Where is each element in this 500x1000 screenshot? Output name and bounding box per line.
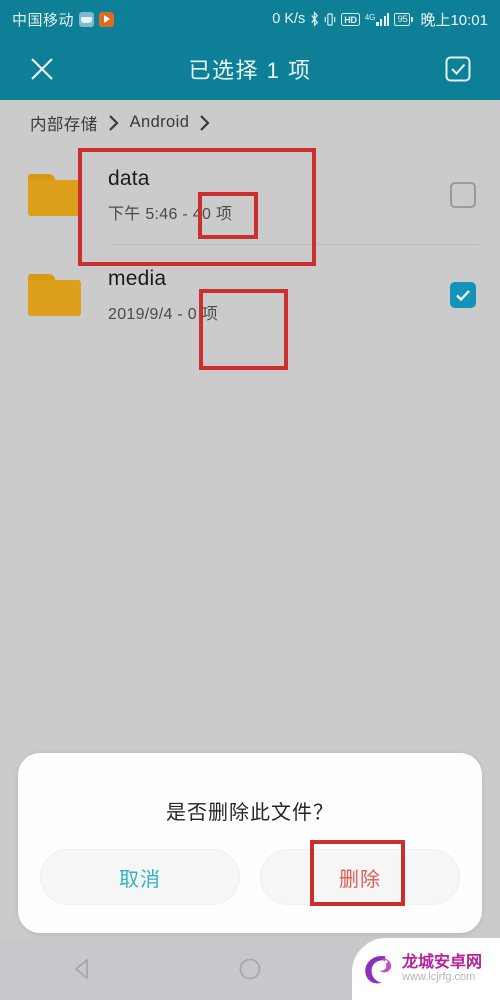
file-list: data 下午 5:46 - 40 项 media 2019/9/4 - 0 项 xyxy=(0,145,500,345)
battery-cap-icon xyxy=(411,16,414,22)
delete-confirm-dialog: 是否删除此文件？ 取消 删除 xyxy=(18,753,482,933)
network-type-label: 4G xyxy=(364,12,376,22)
file-meta-label: 2019/9/4 - 0 项 xyxy=(108,305,219,323)
file-name-label: media xyxy=(108,266,167,290)
row-checkbox-unchecked[interactable] xyxy=(450,182,476,208)
breadcrumb: 内部存储 Android xyxy=(0,100,500,145)
battery-level-label: 95 xyxy=(394,12,411,26)
status-bar: 中国移动 0 K/s HD 4G 95 晚上10:01 xyxy=(0,0,500,38)
status-bar-right: 0 K/s HD 4G 95 晚上10:01 xyxy=(272,9,488,30)
phone-screen: 中国移动 0 K/s HD 4G 95 晚上10:01 已选择 1 项 内部存储… xyxy=(0,0,500,1000)
file-name-label: data xyxy=(108,166,150,190)
table-row[interactable]: media 2019/9/4 - 0 项 xyxy=(0,245,500,345)
close-icon xyxy=(31,58,53,80)
play-store-icon xyxy=(99,11,115,27)
nav-home-button[interactable] xyxy=(220,946,280,992)
select-all-checkbox-icon xyxy=(445,56,471,82)
breadcrumb-item-internal-storage[interactable]: 内部存储 xyxy=(30,111,98,135)
chevron-right-icon xyxy=(200,114,210,131)
table-row[interactable]: data 下午 5:46 - 40 项 xyxy=(0,145,500,245)
clock-label: 晚上10:01 xyxy=(420,11,488,29)
dialog-actions: 取消 删除 xyxy=(18,825,482,905)
watermark-text: 龙城安卓网 www.lcjrfg.com xyxy=(402,953,483,983)
close-button[interactable] xyxy=(22,49,62,89)
watermark: 龙城安卓网 www.lcjrfg.com xyxy=(352,938,500,1000)
watermark-title: 龙城安卓网 xyxy=(402,953,483,971)
status-bar-left: 中国移动 xyxy=(12,9,115,30)
dragon-logo-icon xyxy=(365,955,392,984)
select-all-button[interactable] xyxy=(438,49,478,89)
back-triangle-icon xyxy=(75,959,89,979)
signal-bars-icon xyxy=(376,12,390,26)
hd-badge: HD xyxy=(341,12,360,26)
app-bar: 已选择 1 项 xyxy=(0,38,500,100)
home-circle-icon xyxy=(239,958,261,980)
signal-indicator: 4G xyxy=(364,12,390,26)
carrier-label: 中国移动 xyxy=(12,11,75,29)
network-speed-label: 0 K/s xyxy=(272,11,306,27)
watermark-url: www.lcjrfg.com xyxy=(402,970,476,983)
folder-icon xyxy=(28,174,81,216)
breadcrumb-item-android[interactable]: Android xyxy=(130,113,190,132)
folder-icon xyxy=(28,274,81,316)
page-title: 已选择 1 项 xyxy=(188,58,312,83)
vibrate-icon xyxy=(325,12,336,26)
cancel-button[interactable]: 取消 xyxy=(40,849,240,905)
battery-indicator: 95 xyxy=(394,12,414,26)
chevron-right-icon xyxy=(108,114,119,131)
row-text-block: data 下午 5:46 - 40 项 xyxy=(108,167,450,224)
bluetooth-icon xyxy=(311,11,319,27)
row-text-block: media 2019/9/4 - 0 项 xyxy=(108,267,450,324)
dialog-message: 是否删除此文件？ xyxy=(166,802,334,824)
mail-icon xyxy=(79,11,95,27)
delete-button[interactable]: 删除 xyxy=(260,849,460,905)
nav-back-button[interactable] xyxy=(53,946,113,992)
row-checkbox-checked[interactable] xyxy=(450,282,476,308)
checkmark-icon xyxy=(456,290,470,302)
file-meta-label: 下午 5:46 - 40 项 xyxy=(108,205,233,223)
